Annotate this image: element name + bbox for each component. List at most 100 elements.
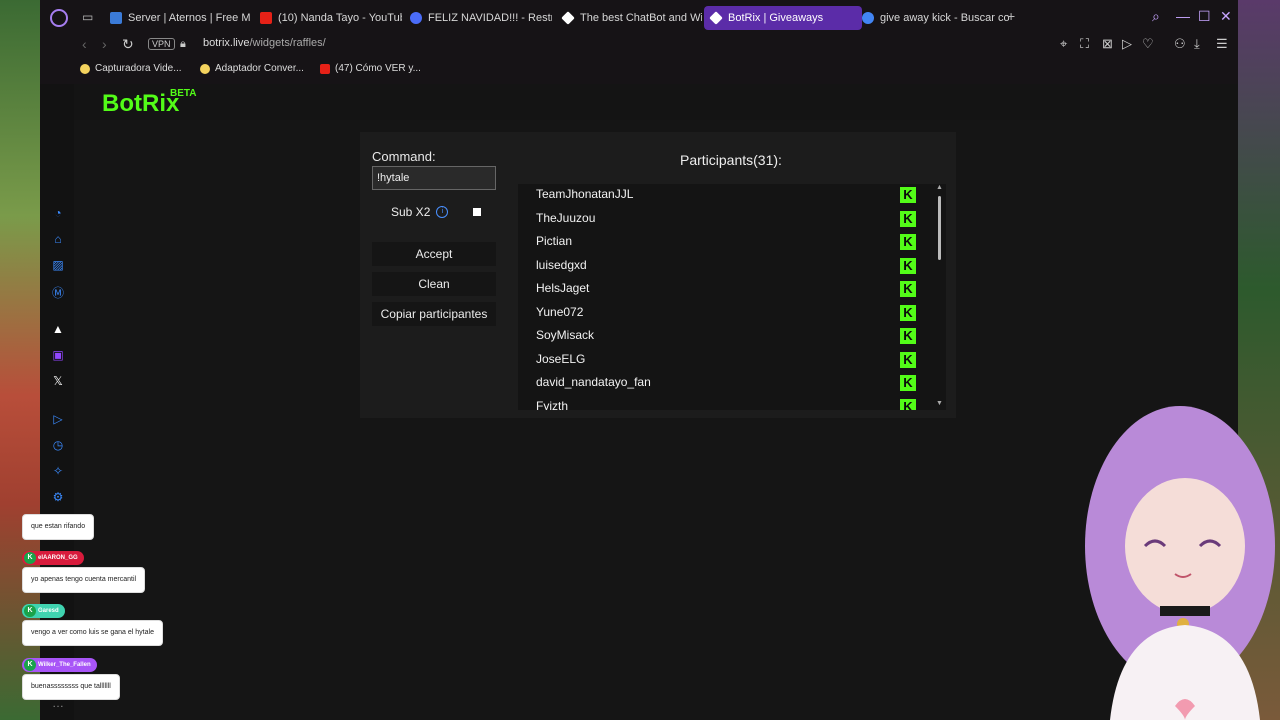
accept-button[interactable]: Accept [372,242,496,266]
sub-x2-label: Sub X2 [391,205,431,219]
kick-badge-icon: K [24,605,36,617]
tab-botrix-giveaways[interactable]: BotRix | Giveaways [704,6,862,30]
shopping-icon[interactable]: ⌂ [51,232,65,246]
speed-dial-icon[interactable]: ◔ [51,206,65,220]
x-icon[interactable]: 𝕏 [51,374,65,388]
info-icon[interactable]: i [436,206,449,218]
forward-icon[interactable]: › [102,36,107,52]
tab-aternos[interactable]: Server | Aternos | Free Mi [104,6,256,30]
participant-row: david_nandatayo_fan K [518,372,918,394]
participant-name: Fyizth [536,398,569,411]
google-favicon-icon [862,12,874,24]
copy-participants-button[interactable]: Copiar participantes [372,302,496,326]
participant-row: Fyizth K [518,396,918,411]
url-domain: botrix.live [203,37,250,49]
participant-row: SoyMisack K [518,325,918,347]
chat-user-badge: K elAARON_GG [22,551,84,565]
back-icon[interactable]: ‹ [82,36,87,52]
stream-chat-overlay: que estan rifando K elAARON_GG yo apenas… [20,500,220,700]
tab-chatbot[interactable]: The best ChatBot and Wid [556,6,708,30]
sub-x2-option: Sub X2 i [391,205,449,219]
botrix-logo[interactable]: BotRix [102,90,179,118]
chat-user-badge: K Garesd [22,604,65,618]
aternos-favicon-icon [110,12,122,24]
kick-logo-icon: K [900,187,916,203]
participant-name: JoseELG [536,351,586,366]
participant-name: Pictian [536,234,573,248]
easy-setup-icon[interactable]: ☰ [1216,36,1228,52]
snapshot-icon[interactable]: ⌖ [1060,36,1067,52]
participant-row: HelsJaget K [518,278,918,300]
minimize-icon[interactable]: — [1176,8,1190,24]
opera-logo-icon[interactable] [50,9,68,27]
kick-logo-icon: K [900,375,916,391]
avatar-face [1125,478,1245,614]
participant-row: TeamJhonatanJJL K [518,184,918,206]
adblock-icon[interactable]: ⊠ [1102,36,1113,52]
player-sidebar-icon[interactable]: ▷ [51,412,65,426]
bookmarks-bar: Capturadora Vide... Adaptador Conver... … [40,56,1238,84]
search-tabs-icon[interactable]: ⌕ [1152,8,1160,25]
kick-logo-icon: K [900,257,916,274]
botrix-header: BotRix BETA [74,84,1238,120]
tab-restream[interactable]: FELIZ NAVIDAD!!! - Restre [404,6,558,30]
youtube-favicon-icon [320,63,330,74]
participant-row: Pictian K [518,231,918,253]
participant-name: Yune072 [536,304,584,319]
kick-sidebar-icon[interactable]: ▲ [51,322,65,336]
twitch-icon[interactable]: ▣ [51,348,65,362]
kick-badge-icon: K [24,552,36,564]
bookmark-adaptador[interactable]: Adaptador Conver... [200,63,304,74]
kick-logo-icon: K [900,281,916,297]
participants-title: Participants(31): [680,152,782,168]
participant-row: luisedgxd K [518,255,918,277]
chat-message: buenassssssss que talllllll [22,674,120,700]
kick-badge-icon: K [24,659,36,671]
messenger-icon[interactable]: Ⓜ [51,284,65,301]
kick-logo-icon: K [900,210,916,227]
new-tab-plus-icon[interactable]: + [1007,8,1015,24]
kick-logo-icon: K [900,351,916,368]
reload-icon[interactable]: ↻ [122,36,134,53]
bookmark-favicon-icon [200,63,210,74]
download-icon[interactable]: ⤓ [1194,36,1200,52]
participant-name: TeamJhonatanJJL [536,187,634,201]
extensions-icon[interactable]: ✧ [51,464,65,478]
lock-icon[interactable]: 🔒︎ [180,38,186,51]
bookmark-youtube-video[interactable]: (47) Cómo VER y... [320,63,421,74]
address-bar: ‹ › ↻ VPN 🔒︎ botrix.live/widgets/raffles… [40,34,1238,56]
url-field[interactable]: botrix.live/widgets/raffles/ [203,37,326,49]
chat-message: yo apenas tengo cuenta mercantil [22,567,146,593]
bookmark-favicon-icon [80,63,90,74]
clean-button[interactable]: Clean [372,272,496,296]
participant-row: Yune072 K [518,302,918,324]
maximize-icon[interactable]: ☐ [1198,8,1211,25]
kick-logo-icon: K [900,398,916,410]
bookmark-capturadora[interactable]: Capturadora Vide... [80,63,182,74]
chat-user-badge: K Wilker_The_Fallen [22,658,97,672]
tab-manager-icon[interactable]: ▭ [82,10,93,24]
player-icon[interactable]: ▷ [1122,36,1132,52]
participant-name: luisedgxd [536,257,587,272]
tab-youtube[interactable]: (10) Nanda Tayo - YouTub [254,6,408,30]
participant-name: david_nandatayo_fan [536,375,651,389]
kick-logo-icon: K [900,328,916,344]
account-icon[interactable]: ⚇ [1174,36,1186,52]
vpn-badge[interactable]: VPN [148,38,175,50]
sub-x2-checkbox[interactable] [473,208,481,216]
crop-icon[interactable]: ⛶ [1080,36,1089,52]
scroll-down-icon[interactable]: ▼ [936,400,943,407]
heart-icon[interactable]: ♡ [1142,36,1154,52]
command-input[interactable] [372,166,496,190]
close-icon[interactable]: ✕ [1220,8,1232,25]
participants-list[interactable]: TeamJhonatanJJL K TheJuuzou K Pictian K … [518,184,946,410]
scroll-up-icon[interactable]: ▲ [936,184,943,191]
history-icon[interactable]: ◷ [51,438,65,452]
restream-favicon-icon [410,12,422,24]
youtube-favicon-icon [260,12,272,24]
botrix-favicon-icon [561,11,575,25]
scrollbar-thumb[interactable] [938,196,941,260]
botrix-favicon-icon [709,11,723,25]
aria-icon[interactable]: ▨ [51,258,65,272]
tab-google-search[interactable]: give away kick - Buscar co [856,6,1016,30]
